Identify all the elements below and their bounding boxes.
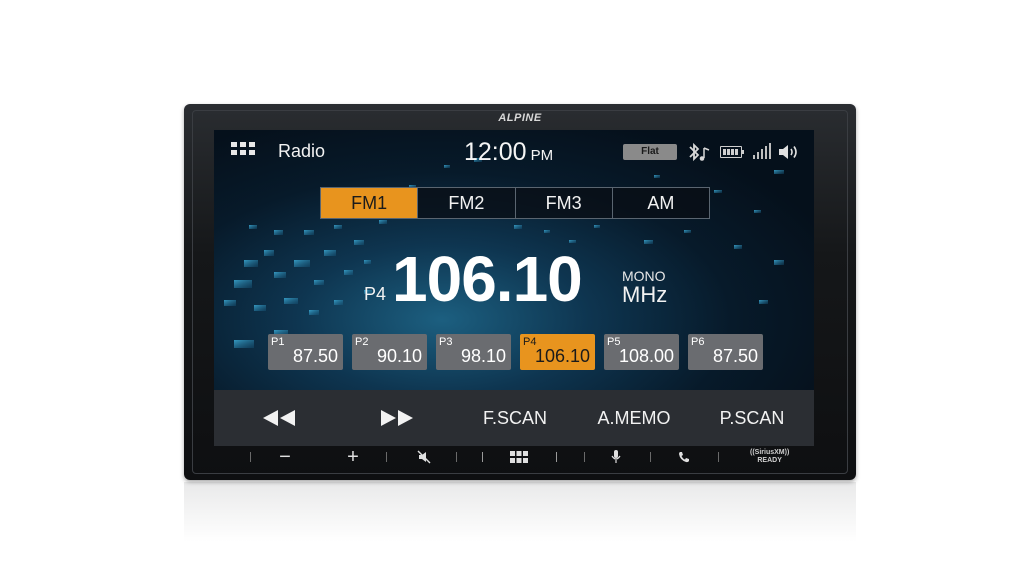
preset-button-p3[interactable]: P3 98.10 [436, 334, 511, 370]
siriusxm-ready-logo: ((SiriusXM)) READY [750, 449, 789, 465]
preset-number: P3 [439, 336, 453, 348]
seek-back-button[interactable] [244, 390, 314, 446]
home-button[interactable] [504, 446, 534, 468]
preset-button-p6[interactable]: P6 87.50 [688, 334, 763, 370]
tab-am[interactable]: AM [611, 188, 709, 218]
preset-button-p2[interactable]: P2 90.10 [352, 334, 427, 370]
phone-icon [679, 452, 689, 463]
siriusxm-logo-text: ((SiriusXM)) [750, 449, 790, 456]
divider [482, 452, 483, 462]
a-memo-button[interactable]: A.MEMO [584, 390, 684, 446]
microphone-icon [611, 450, 621, 463]
preset-list: P1 87.50 P2 90.10 P3 98.10 P4 106.10 P5 … [268, 334, 764, 370]
volume-down-button[interactable]: − [270, 446, 300, 468]
clock-time: 12:00 [464, 138, 527, 166]
brand-logo: ALPINE [498, 112, 542, 124]
phone-button[interactable] [672, 446, 696, 468]
transport-bar: F.SCAN A.MEMO P.SCAN [214, 390, 814, 446]
signal-strength-icon [753, 143, 771, 159]
rewind-icon [263, 410, 295, 426]
eq-preset-badge[interactable]: Flat [623, 144, 677, 160]
volume-up-button[interactable]: + [338, 446, 368, 468]
preset-button-p4[interactable]: P4 106.10 [520, 334, 595, 370]
volume-icon [779, 145, 797, 159]
preset-frequency: 98.10 [460, 346, 506, 366]
siriusxm-ready-text: READY [757, 457, 782, 464]
tab-fm1[interactable]: FM1 [321, 188, 418, 218]
clock: 12:00 PM [464, 138, 553, 167]
preset-frequency: 106.10 [534, 346, 590, 366]
divider [556, 452, 557, 462]
mute-button[interactable] [410, 446, 438, 468]
battery-icon [720, 146, 744, 158]
seek-forward-button[interactable] [362, 390, 432, 446]
home-grid-icon [510, 451, 528, 463]
divider [456, 452, 457, 462]
fast-forward-icon [381, 410, 413, 426]
preset-frequency: 87.50 [712, 346, 758, 366]
divider [584, 452, 585, 462]
preset-button-p1[interactable]: P1 87.50 [268, 334, 343, 370]
bluetooth-audio-icon [689, 142, 710, 162]
mute-icon [417, 450, 431, 464]
band-selector: FM1 FM2 FM3 AM [320, 187, 710, 219]
voice-button[interactable] [604, 446, 628, 468]
preset-number: P6 [691, 336, 705, 348]
frequency-unit: MHz [622, 282, 668, 307]
preset-number: P1 [271, 336, 285, 348]
frequency-display: 106.10 [392, 243, 583, 315]
tab-fm2[interactable]: FM2 [417, 188, 514, 218]
divider [650, 452, 651, 462]
hardware-button-row: − + ((SiriusXM)) READY [214, 446, 814, 468]
current-preset-label: P4 [364, 284, 387, 304]
preset-frequency: 90.10 [376, 346, 422, 366]
device-reflection [184, 482, 856, 542]
clock-ampm: PM [530, 147, 554, 164]
divider [718, 452, 719, 462]
preset-number: P2 [355, 336, 369, 348]
touch-screen: Radio 12:00 PM Flat FM1 FM2 FM3 AM P4 106… [214, 130, 814, 446]
p-scan-button[interactable]: P.SCAN [706, 390, 798, 446]
preset-frequency: 87.50 [292, 346, 338, 366]
divider [386, 452, 387, 462]
tab-fm3[interactable]: FM3 [514, 188, 612, 218]
menu-grid-icon[interactable] [231, 142, 255, 160]
f-scan-button[interactable]: F.SCAN [472, 390, 558, 446]
preset-frequency: 108.00 [618, 346, 674, 366]
divider [250, 452, 251, 462]
preset-button-p5[interactable]: P5 108.00 [604, 334, 679, 370]
screen-title: Radio [278, 141, 326, 161]
